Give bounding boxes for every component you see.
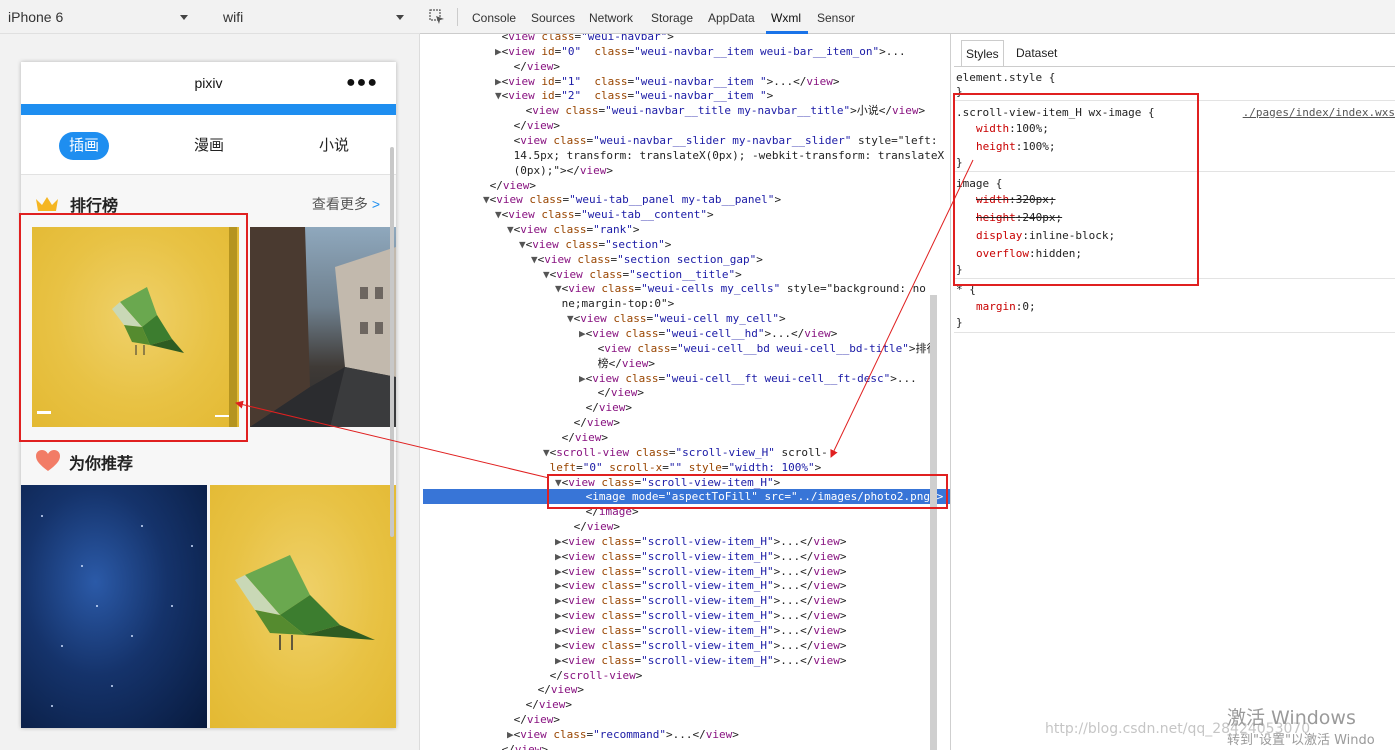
tree-row[interactable]: ▶<view class="scroll-view-item_H">...</v…: [423, 564, 950, 579]
tree-row[interactable]: </view>: [423, 118, 950, 133]
tab-network[interactable]: Network: [589, 11, 633, 25]
tree-row[interactable]: <view class="weui-navbar">: [423, 34, 950, 44]
tree-row[interactable]: ne;margin-top:0">: [423, 296, 950, 311]
tab-styles[interactable]: Styles: [961, 40, 1004, 66]
tree-row[interactable]: ▼<view class="weui-cells my_cells" style…: [423, 281, 950, 296]
styles-tabbar: Styles Dataset: [961, 40, 1395, 66]
view-more-link[interactable]: 查看更多 >: [312, 194, 380, 214]
tree-row[interactable]: </view>: [423, 430, 950, 445]
chevron-right-icon: >: [371, 196, 380, 212]
app-title: pixiv: [194, 75, 223, 91]
network-select[interactable]: wifi: [223, 9, 243, 25]
rule-close: }: [956, 316, 963, 329]
more-menu-icon[interactable]: ●●●: [346, 74, 378, 92]
tree-row[interactable]: 榜</view>: [423, 356, 950, 371]
tree-scrollbar[interactable]: [930, 295, 937, 750]
tree-row[interactable]: ▶<view class="scroll-view-item_H">...</v…: [423, 653, 950, 668]
tree-row[interactable]: ▼<view class="section section_gap">: [423, 252, 950, 267]
tree-row[interactable]: ▶<view class="scroll-view-item_H">...</v…: [423, 638, 950, 653]
tree-row[interactable]: ▼<view id="2" class="weui-navbar__item "…: [423, 88, 950, 103]
tree-row[interactable]: </scroll-view>: [423, 668, 950, 683]
rule3-prop-margin[interactable]: margin:0;: [976, 298, 1395, 315]
tree-row[interactable]: left="0" scroll-x="" style="width: 100%"…: [423, 460, 950, 475]
device-select[interactable]: iPhone 6: [8, 9, 63, 25]
tab-illustration[interactable]: 插画: [59, 132, 109, 160]
ranking-image-2[interactable]: [250, 227, 396, 427]
crown-icon: [36, 197, 58, 211]
tree-row[interactable]: <view class="weui-cell__bd weui-cell__bd…: [423, 341, 950, 356]
tab-wxml[interactable]: Wxml: [771, 11, 801, 25]
tab-manga[interactable]: 漫画: [184, 132, 234, 160]
recommend-image-2[interactable]: [210, 485, 396, 728]
tree-row[interactable]: ▼<view class="section">: [423, 237, 950, 252]
app-tabbar: 插画 漫画 小说: [21, 115, 396, 175]
tab-dataset[interactable]: Dataset: [1012, 40, 1061, 66]
devtools-tabbar: Console Sources Network Storage AppData …: [420, 0, 1395, 34]
tree-row[interactable]: </view>: [423, 178, 950, 193]
tree-row[interactable]: </view>: [423, 400, 950, 415]
recommend-title: 为你推荐: [69, 456, 134, 473]
annotation-box-image: [19, 213, 248, 442]
heart-icon: [36, 450, 60, 471]
tab-sensor[interactable]: Sensor: [817, 11, 855, 25]
tree-row[interactable]: ▼<view class="weui-tab__content">: [423, 207, 950, 222]
tree-row[interactable]: ▼<view class="weui-tab__panel my-tab__pa…: [423, 192, 950, 207]
tree-row[interactable]: </view>: [423, 385, 950, 400]
recommend-image-1[interactable]: [21, 485, 207, 728]
tree-row[interactable]: ▶<view id="0" class="weui-navbar__item w…: [423, 44, 950, 59]
tree-row[interactable]: ▶<view class="weui-cell__hd">...</view>: [423, 326, 950, 341]
app-navbar: pixiv ●●●: [21, 62, 396, 104]
tree-row[interactable]: <view class="weui-navbar__slider my-navb…: [423, 133, 950, 148]
devtools-panel: Console Sources Network Storage AppData …: [420, 0, 1395, 750]
tree-row[interactable]: ▶<view class="scroll-view-item_H">...</v…: [423, 608, 950, 623]
parrot-illustration-icon: [235, 555, 375, 650]
tab-storage[interactable]: Storage: [651, 11, 693, 25]
tree-row[interactable]: ▼<scroll-view class="scroll-view_H" scro…: [423, 445, 950, 460]
view-more-label: 查看更多: [311, 196, 368, 212]
chevron-down-icon[interactable]: [396, 15, 404, 20]
tree-row[interactable]: ▶<view class="scroll-view-item_H">...</v…: [423, 549, 950, 564]
wxml-tree[interactable]: <view class="weui-navbar"> ▶<view id="0" …: [423, 34, 950, 750]
tree-row[interactable]: ▼<view class="section__title">: [423, 267, 950, 282]
blog-watermark: http://blog.csdn.net/qq_28424053070: [1045, 721, 1311, 737]
rule1-source-link[interactable]: ./pages/index/index.wxs: [1243, 104, 1395, 121]
tree-row[interactable]: </view>: [423, 742, 950, 750]
simulator-toolbar: iPhone 6 wifi: [0, 0, 420, 34]
street-photo-icon: [250, 227, 396, 427]
tree-row[interactable]: ▶<view class="scroll-view-item_H">...</v…: [423, 534, 950, 549]
phone-scrollbar[interactable]: [390, 147, 394, 537]
panel-splitter[interactable]: [950, 34, 951, 750]
annotation-box-image-node: [547, 474, 948, 509]
tree-row[interactable]: </view>: [423, 712, 950, 727]
tree-row[interactable]: ▶<view class="recommand">...</view>: [423, 727, 950, 742]
tab-appdata[interactable]: AppData: [708, 11, 755, 25]
tree-row[interactable]: ▶<view class="scroll-view-item_H">...</v…: [423, 578, 950, 593]
tree-row[interactable]: ▶<view id="1" class="weui-navbar__item "…: [423, 74, 950, 89]
inspect-element-icon[interactable]: [429, 9, 445, 25]
tab-console[interactable]: Console: [472, 11, 516, 25]
tab-novel[interactable]: 小说: [309, 132, 359, 160]
tree-row[interactable]: ▶<view class="weui-cell__ft weui-cell__f…: [423, 371, 950, 386]
tree-row[interactable]: </view>: [423, 519, 950, 534]
tree-row[interactable]: 14.5px; transform: translateX(0px); -web…: [423, 148, 950, 163]
tree-row[interactable]: </view>: [423, 415, 950, 430]
screen: iPhone 6 wifi pixiv ●●● 插画 漫画 小说 排行榜 查看更: [0, 0, 1395, 750]
tree-row[interactable]: ▼<view class="weui-cell my_cell">: [423, 311, 950, 326]
tree-row[interactable]: </view>: [423, 682, 950, 697]
tree-row[interactable]: </view>: [423, 697, 950, 712]
app-accent-bar: [21, 104, 396, 115]
tree-row[interactable]: (0px);"></view>: [423, 163, 950, 178]
tree-row[interactable]: ▶<view class="scroll-view-item_H">...</v…: [423, 593, 950, 608]
tree-row[interactable]: ▼<view class="rank">: [423, 222, 950, 237]
tree-row[interactable]: <view class="weui-navbar__title my-navba…: [423, 103, 950, 118]
tree-row[interactable]: </view>: [423, 59, 950, 74]
tab-sources[interactable]: Sources: [531, 11, 575, 25]
tree-row[interactable]: ▶<view class="scroll-view-item_H">...</v…: [423, 623, 950, 638]
annotation-box-css-rules: [953, 93, 1199, 286]
recommend-header: 为你推荐: [21, 438, 396, 478]
chevron-down-icon[interactable]: [180, 15, 188, 20]
